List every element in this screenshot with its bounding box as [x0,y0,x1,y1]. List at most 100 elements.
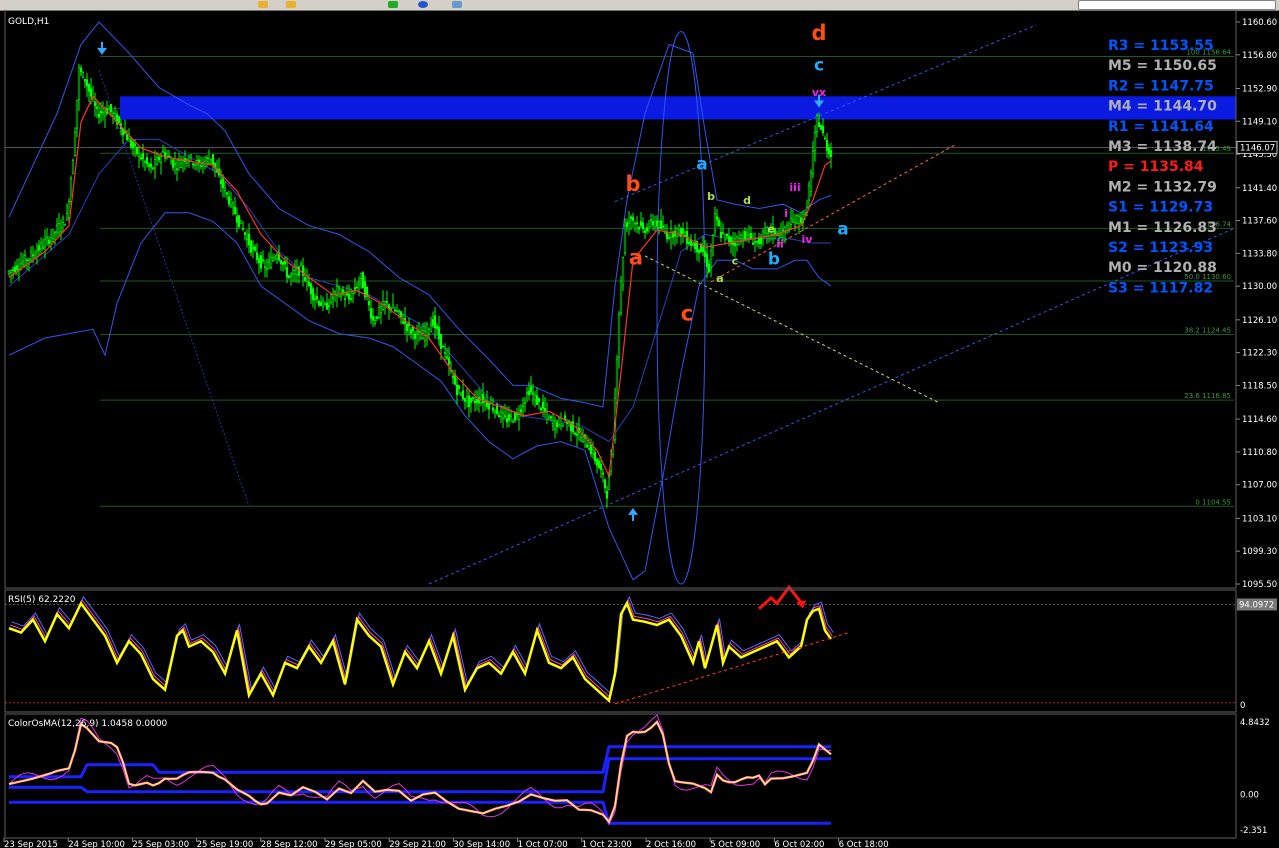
candle-body [9,269,13,273]
candle-body [817,122,821,128]
price-tick-label: 1141.40 [1242,184,1277,194]
candle-body [125,134,129,141]
zoom-in-icon[interactable] [258,1,268,8]
candle-body [505,418,509,423]
candle-body [323,303,327,306]
osma-lower-band [9,800,831,825]
wave-dashed-line [644,255,940,404]
candle-body [501,412,505,420]
candle-body [349,298,353,300]
candle-body [255,252,259,260]
candle-body [693,242,697,249]
candle-body [53,231,57,234]
candle-body [589,444,593,455]
wave-label: a [696,155,707,175]
candle-body [59,227,63,232]
candle-body [715,216,719,221]
candle-body [209,158,213,161]
candle-body [627,220,631,224]
candle-body [139,157,143,160]
pivot-label: R2 = 1147.75 [1108,78,1214,94]
wave-label: e [767,223,774,236]
candle-body [475,398,479,403]
candle-body [33,254,37,259]
candle-body [763,230,767,234]
price-tick-label: 1103.10 [1242,514,1277,524]
candle-body [445,356,449,359]
candle-body [541,401,545,409]
candle-body [455,384,459,396]
fib-level-label: 38.2 1124.45 [1184,327,1231,335]
candle-body [549,416,553,419]
candle-body [385,301,389,303]
candle-body [803,212,807,215]
candle-body [467,395,471,408]
candle-body [807,185,811,201]
candle-body [719,231,723,239]
candle-body [659,220,663,229]
candle-body [635,222,639,225]
candle-body [761,231,765,238]
wave-label: b [625,172,640,196]
time-tick-label: 29 Sep 21:00 [389,840,446,848]
candle-body [743,231,747,240]
candle-body [337,287,341,289]
wave-label: a [837,219,848,239]
swing-high-arrow-icon [97,47,107,55]
fib-level-label: 23.6 1116.85 [1184,392,1231,400]
candle-body [279,260,283,265]
candle-body [245,237,249,240]
candle-body [307,281,311,287]
candle-body [457,385,461,390]
candle-body [739,235,743,240]
candle-body [283,260,287,265]
candle-body [503,415,507,417]
candle-body [171,159,175,168]
candle-body [293,270,297,275]
candle-body [67,201,71,218]
candle-body [319,302,323,307]
template-icon[interactable] [452,1,462,8]
candle-body [527,390,531,396]
candle-body [571,421,575,433]
bb-upper-band [8,21,832,408]
candle-body [305,277,309,282]
candle-body [395,310,399,312]
candle-body [269,256,273,269]
fib-level-value: 1124.45 [1202,327,1231,335]
candle-body [65,213,69,220]
candle-body [161,150,165,153]
candle-body [355,286,359,289]
add-indicator-icon[interactable] [388,1,398,8]
candle-body [637,227,641,230]
candle-body [733,242,737,247]
candle-body [681,228,685,234]
candle-body [755,240,759,243]
candle-body [369,308,373,319]
search-input[interactable] [1078,0,1276,10]
candle-body [443,352,447,354]
zoom-out-icon[interactable] [286,1,296,8]
candle-body [39,242,43,250]
clock-icon[interactable] [418,1,428,8]
price-tick-label: 1110.80 [1242,448,1277,458]
candle-body [317,300,321,306]
fib-level-value: 1116.85 [1202,392,1231,400]
candle-body [721,232,725,234]
main-price-panel: 100 1156.641150.701145.491136.7450.0 113… [5,21,1237,585]
candle-body [391,304,395,308]
candle-body [625,222,629,227]
candle-body [641,222,645,229]
wave-label: i [784,207,788,220]
candle-body [797,216,801,224]
chart-canvas: 100 1156.641150.701145.491136.7450.0 113… [3,10,1278,848]
candle-body [89,88,93,97]
candle-body [605,490,609,499]
wave-label: vx [812,86,826,99]
candle-body [131,141,135,149]
candle-body [221,178,225,189]
candle-body [523,402,527,404]
time-tick-label: 1 Oct 23:00 [582,840,632,848]
candle-body [757,237,761,245]
candle-body [603,479,607,489]
